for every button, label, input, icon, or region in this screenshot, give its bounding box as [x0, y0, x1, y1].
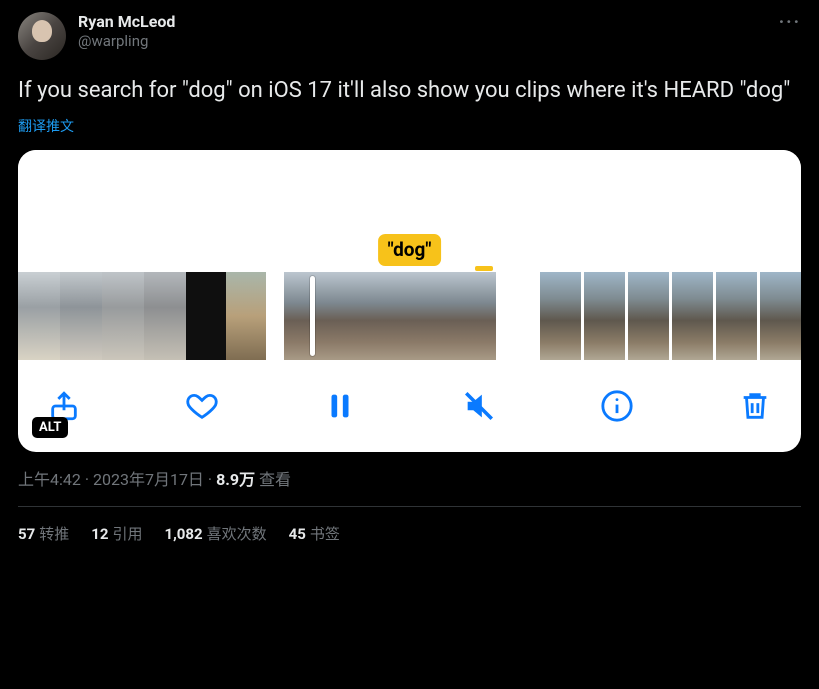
- video-frame: [760, 272, 801, 360]
- post-date[interactable]: 2023年7月17日: [93, 470, 204, 489]
- video-frame: [186, 272, 226, 360]
- video-frame: [540, 272, 581, 360]
- tag-indicator: [475, 266, 493, 271]
- video-frame: [390, 272, 443, 360]
- search-match-tag: "dog": [378, 234, 442, 266]
- video-frame: [672, 272, 713, 360]
- more-icon[interactable]: ···: [779, 12, 801, 33]
- video-filmstrip[interactable]: [18, 272, 801, 364]
- quotes-stat[interactable]: 12引用: [91, 523, 142, 544]
- media-toolbar: [18, 364, 801, 452]
- clip-group-3[interactable]: [540, 272, 801, 360]
- retweets-stat[interactable]: 57转推: [18, 523, 69, 544]
- views-count: 8.9万: [216, 470, 255, 489]
- likes-stat[interactable]: 1,082喜欢次数: [164, 523, 266, 544]
- tweet-container: Ryan McLeod @warpling ··· If you search …: [0, 0, 819, 556]
- pause-icon[interactable]: [318, 384, 362, 428]
- bookmarks-stat[interactable]: 45书签: [289, 523, 340, 544]
- post-time[interactable]: 上午4:42: [18, 470, 81, 489]
- author-display-name: Ryan McLeod: [78, 12, 175, 32]
- views-label: 查看: [255, 470, 291, 489]
- tweet-header: Ryan McLeod @warpling: [18, 12, 801, 60]
- trash-icon[interactable]: [733, 384, 777, 428]
- divider: [18, 506, 801, 507]
- heart-icon[interactable]: [180, 384, 224, 428]
- video-frame: [226, 272, 266, 360]
- clip-group-2[interactable]: [284, 272, 496, 360]
- media-whitespace: "dog": [18, 150, 801, 272]
- engagement-stats: 57转推 12引用 1,082喜欢次数 45书签: [18, 523, 801, 544]
- author-handle: @warpling: [78, 32, 175, 51]
- author-identity[interactable]: Ryan McLeod @warpling: [78, 12, 175, 51]
- tweet-text: If you search for "dog" on iOS 17 it'll …: [18, 76, 801, 106]
- avatar[interactable]: [18, 12, 66, 60]
- video-frame: [18, 272, 60, 360]
- clip-group-1[interactable]: [18, 272, 266, 360]
- info-icon[interactable]: [595, 384, 639, 428]
- mute-icon[interactable]: [457, 384, 501, 428]
- alt-badge[interactable]: ALT: [32, 417, 68, 438]
- video-frame: [584, 272, 625, 360]
- video-frame: [337, 272, 390, 360]
- tweet-meta: 上午4:42 · 2023年7月17日 · 8.9万 查看: [18, 466, 801, 490]
- playhead[interactable]: [310, 276, 315, 356]
- translate-link[interactable]: 翻译推文: [18, 116, 801, 136]
- video-frame: [102, 272, 144, 360]
- video-frame: [628, 272, 669, 360]
- video-frame: [716, 272, 757, 360]
- video-frame: [60, 272, 102, 360]
- video-frame: [144, 272, 186, 360]
- video-frame: [443, 272, 496, 360]
- media-attachment[interactable]: "dog": [18, 150, 801, 452]
